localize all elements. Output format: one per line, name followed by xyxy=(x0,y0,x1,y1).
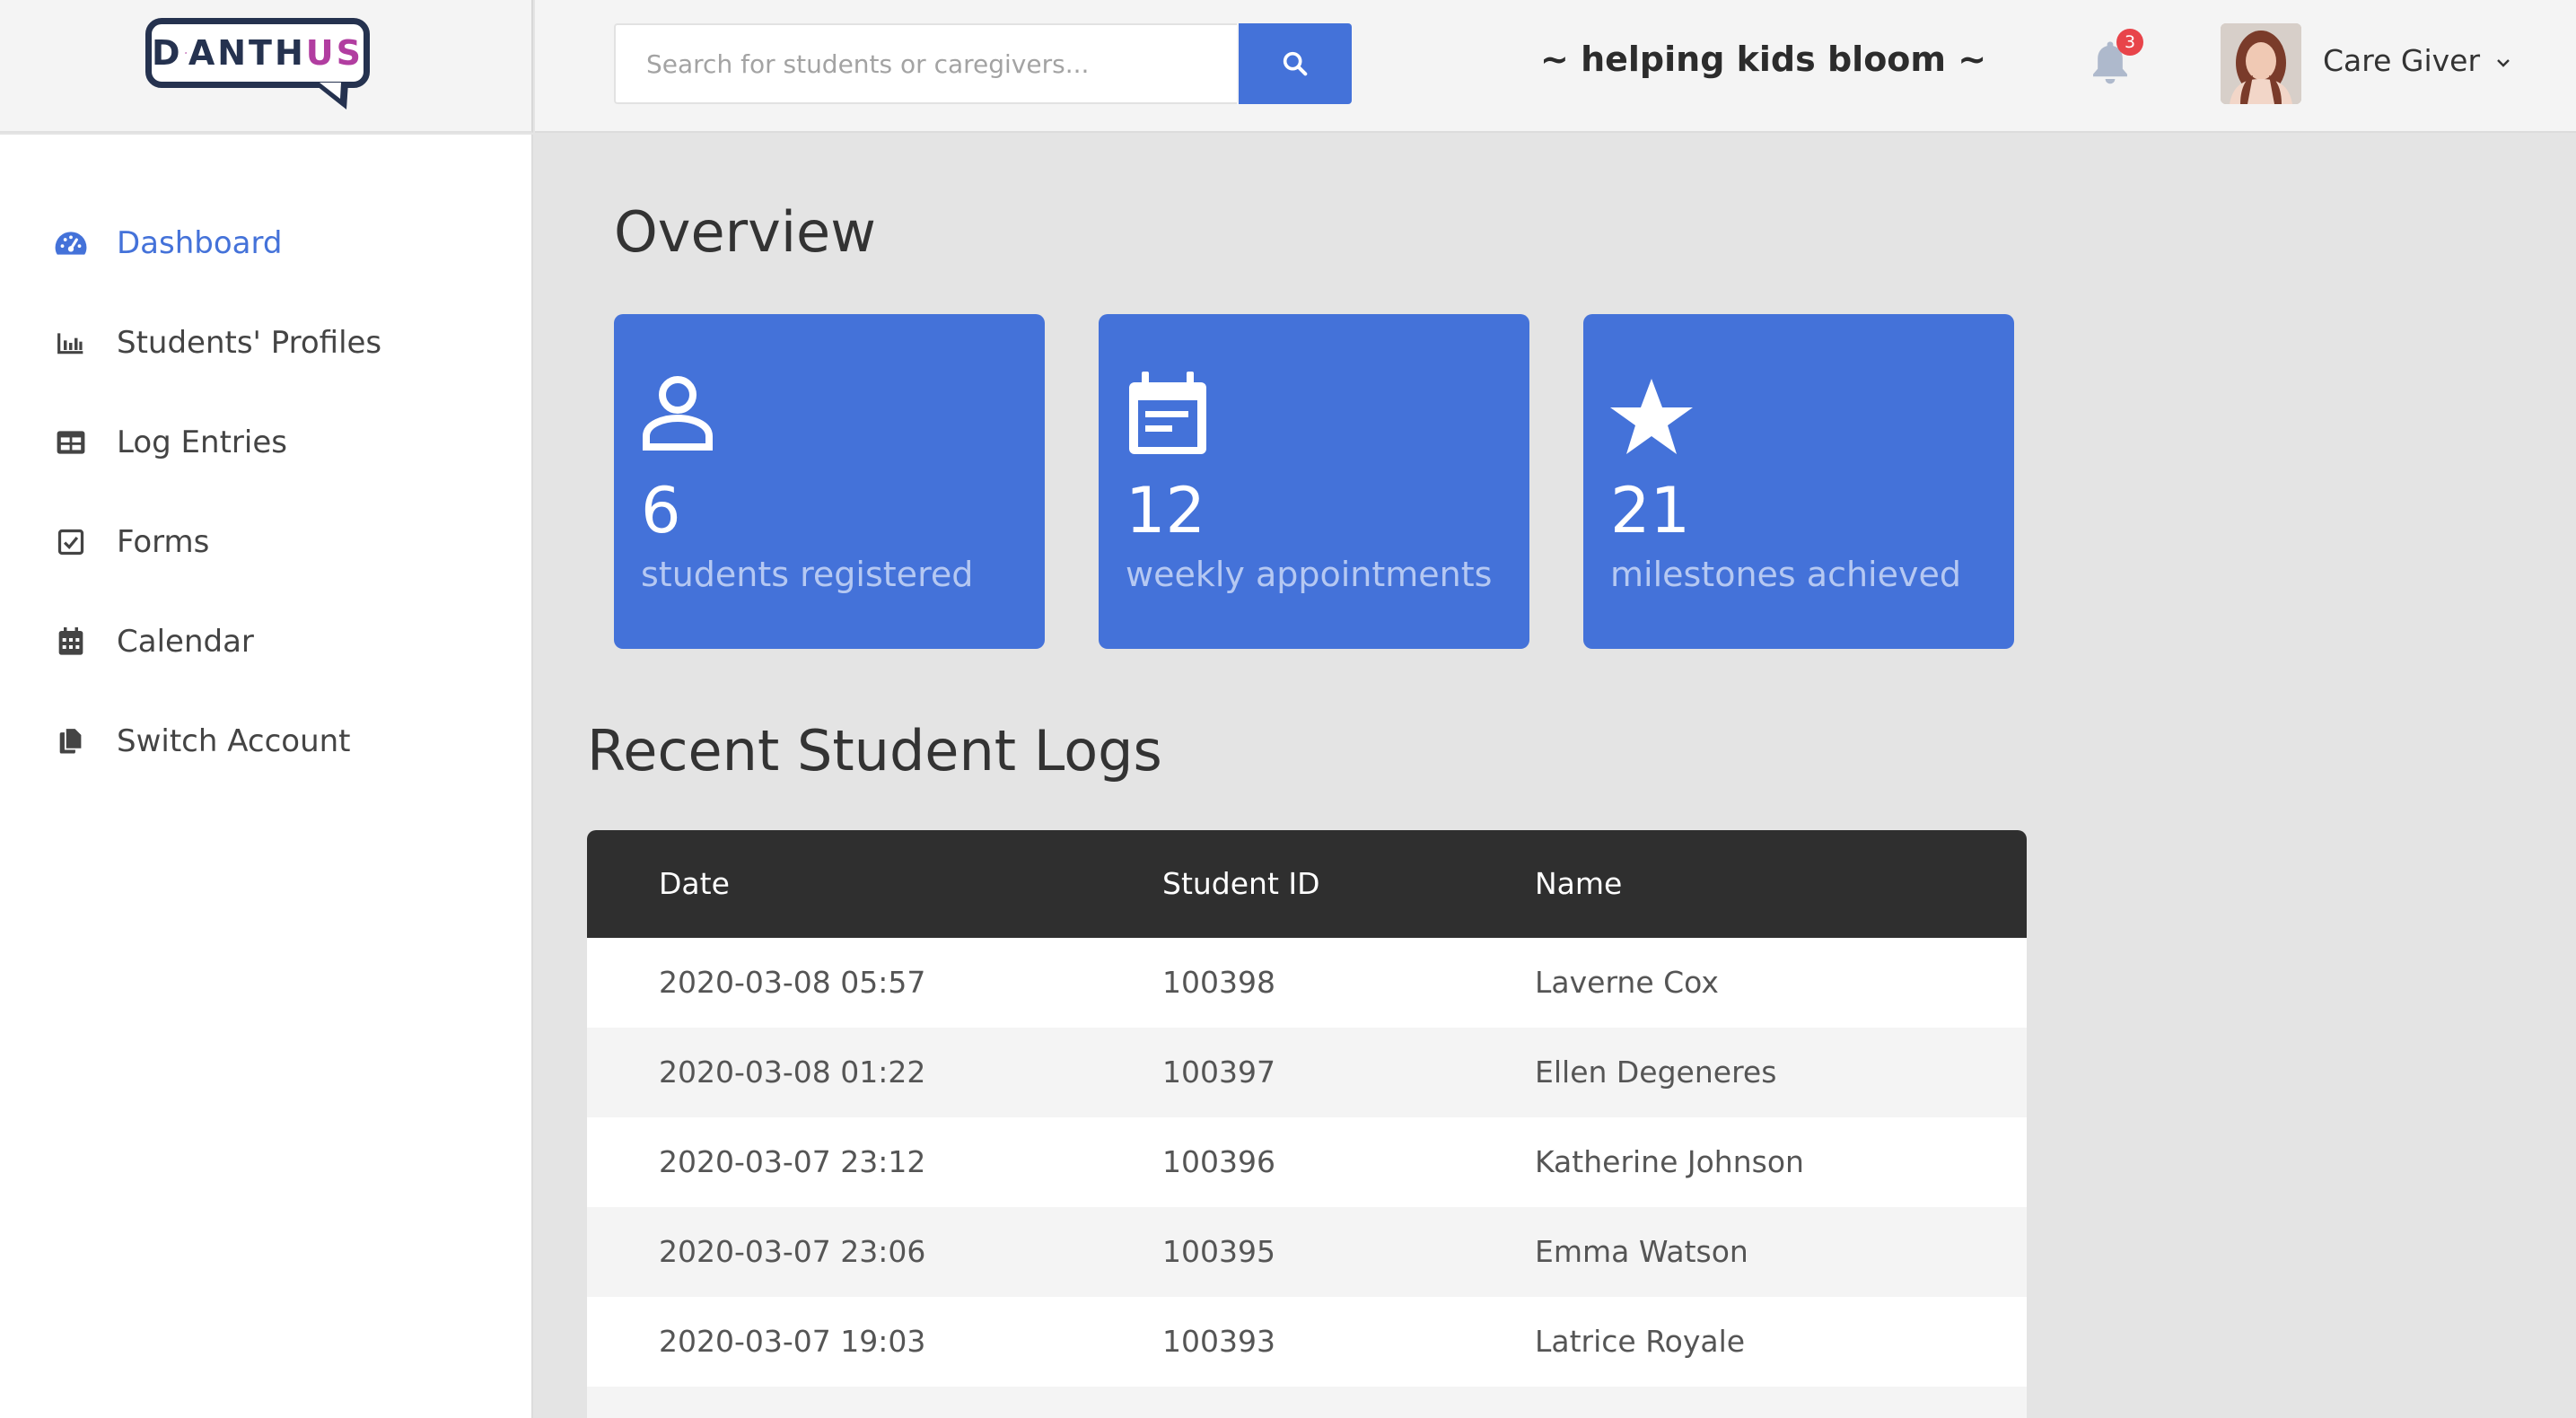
stat-value: 21 xyxy=(1610,474,1691,547)
stat-caption: milestones achieved xyxy=(1610,555,1961,594)
table-row[interactable]: 2020-03-08 01:22 100397 Ellen Degeneres xyxy=(587,1028,2027,1117)
user-menu[interactable]: Care Giver xyxy=(2323,43,2511,78)
recent-logs-table: Date Student ID Name 2020-03-08 05:57 10… xyxy=(587,830,2027,1418)
column-header-name[interactable]: Name xyxy=(1535,866,1622,901)
person-icon xyxy=(643,376,713,451)
recent-logs-title: Recent Student Logs xyxy=(587,718,1162,783)
stat-value: 6 xyxy=(641,474,681,547)
column-header-student-id[interactable]: Student ID xyxy=(1162,866,1320,901)
table-icon xyxy=(54,425,88,460)
cell-date: 2020-03-07 19:03 xyxy=(659,1324,926,1359)
app-logo[interactable]: D ANTH US xyxy=(145,18,370,109)
cell-date: 2020-03-08 05:57 xyxy=(659,965,926,1000)
logo-panel: D ANTH US xyxy=(0,0,533,133)
tagline: ~ helping kids bloom ~ xyxy=(1540,39,1987,79)
table-row[interactable]: 2020-03-07 19:03 100393 Latrice Royale xyxy=(587,1297,2027,1387)
cell-student-id: 100397 xyxy=(1162,1055,1275,1090)
dashboard-gauge-icon xyxy=(54,226,88,260)
cell-student-id: 100395 xyxy=(1162,1234,1275,1269)
search-input[interactable] xyxy=(614,23,1237,104)
user-name: Care Giver xyxy=(2323,43,2481,78)
sidebar-item-label: Log Entries xyxy=(117,425,287,460)
user-photo-icon xyxy=(2221,23,2301,104)
cell-student-id: 100398 xyxy=(1162,965,1275,1000)
sidebar-item-calendar[interactable]: Calendar xyxy=(54,615,254,669)
flower-icon xyxy=(184,52,187,54)
search-icon xyxy=(1283,51,1308,76)
sidebar-item-label: Calendar xyxy=(117,624,254,660)
sidebar-item-switch-account[interactable]: Switch Account xyxy=(54,714,351,768)
speech-bubble-tail-icon xyxy=(312,83,348,109)
table-row[interactable]: 2020-03-07 23:06 100395 Emma Watson xyxy=(587,1207,2027,1297)
sidebar-item-label: Dashboard xyxy=(117,225,283,261)
table-row[interactable]: 2020-03-07 23:12 100396 Katherine Johnso… xyxy=(587,1117,2027,1207)
chevron-down-icon xyxy=(2496,58,2510,67)
stat-card-students[interactable]: 6 students registered xyxy=(614,314,1045,649)
bar-chart-icon xyxy=(54,326,88,360)
stat-value: 12 xyxy=(1126,474,1206,547)
sidebar-item-dashboard[interactable]: Dashboard xyxy=(54,216,282,270)
sidebar-item-students-profiles[interactable]: Students' Profiles xyxy=(54,316,381,370)
table-row[interactable]: 2020-03-08 05:57 100398 Laverne Cox xyxy=(587,938,2027,1028)
logo-letter-d: D xyxy=(152,33,183,73)
checkbox-icon xyxy=(54,525,88,559)
logo-wordmark: D ANTH US xyxy=(145,18,370,88)
calendar-note-icon xyxy=(1129,372,1206,454)
cell-name: Ellen Degeneres xyxy=(1535,1055,1777,1090)
stat-caption: weekly appointments xyxy=(1126,555,1493,594)
sidebar-item-label: Forms xyxy=(117,524,210,560)
cell-name: Laverne Cox xyxy=(1535,965,1719,1000)
cell-name: Emma Watson xyxy=(1535,1234,1748,1269)
sidebar: Dashboard Students' Profiles Log Entries xyxy=(0,135,533,1418)
top-bar: ~ helping kids bloom ~ 3 Care Giver xyxy=(535,0,2576,133)
sidebar-item-label: Switch Account xyxy=(117,723,351,759)
stat-caption: students registered xyxy=(641,555,974,594)
overview-title: Overview xyxy=(614,199,876,265)
logo-letters-us: US xyxy=(305,33,364,73)
cell-name: Katherine Johnson xyxy=(1535,1144,1804,1179)
calendar-icon xyxy=(54,625,88,659)
cell-date: 2020-03-08 01:22 xyxy=(659,1055,926,1090)
star-icon xyxy=(1610,379,1693,454)
copy-files-icon xyxy=(54,724,88,758)
stat-card-appointments[interactable]: 12 weekly appointments xyxy=(1099,314,1529,649)
sidebar-item-log-entries[interactable]: Log Entries xyxy=(54,416,287,469)
column-header-date[interactable]: Date xyxy=(659,866,730,901)
table-header: Date Student ID Name xyxy=(587,830,2027,938)
avatar[interactable] xyxy=(2221,23,2301,104)
cell-student-id: 100396 xyxy=(1162,1144,1275,1179)
search-button[interactable] xyxy=(1239,23,1352,104)
table-row-partial[interactable] xyxy=(587,1387,2027,1418)
sidebar-item-forms[interactable]: Forms xyxy=(54,515,209,569)
logo-letters-anth: ANTH xyxy=(188,33,306,73)
cell-date: 2020-03-07 23:12 xyxy=(659,1144,926,1179)
cell-date: 2020-03-07 23:06 xyxy=(659,1234,926,1269)
stat-card-milestones[interactable]: 21 milestones achieved xyxy=(1583,314,2014,649)
notification-badge: 3 xyxy=(2116,29,2143,56)
sidebar-item-label: Students' Profiles xyxy=(117,325,382,361)
cell-name: Latrice Royale xyxy=(1535,1324,1746,1359)
cell-student-id: 100393 xyxy=(1162,1324,1275,1359)
